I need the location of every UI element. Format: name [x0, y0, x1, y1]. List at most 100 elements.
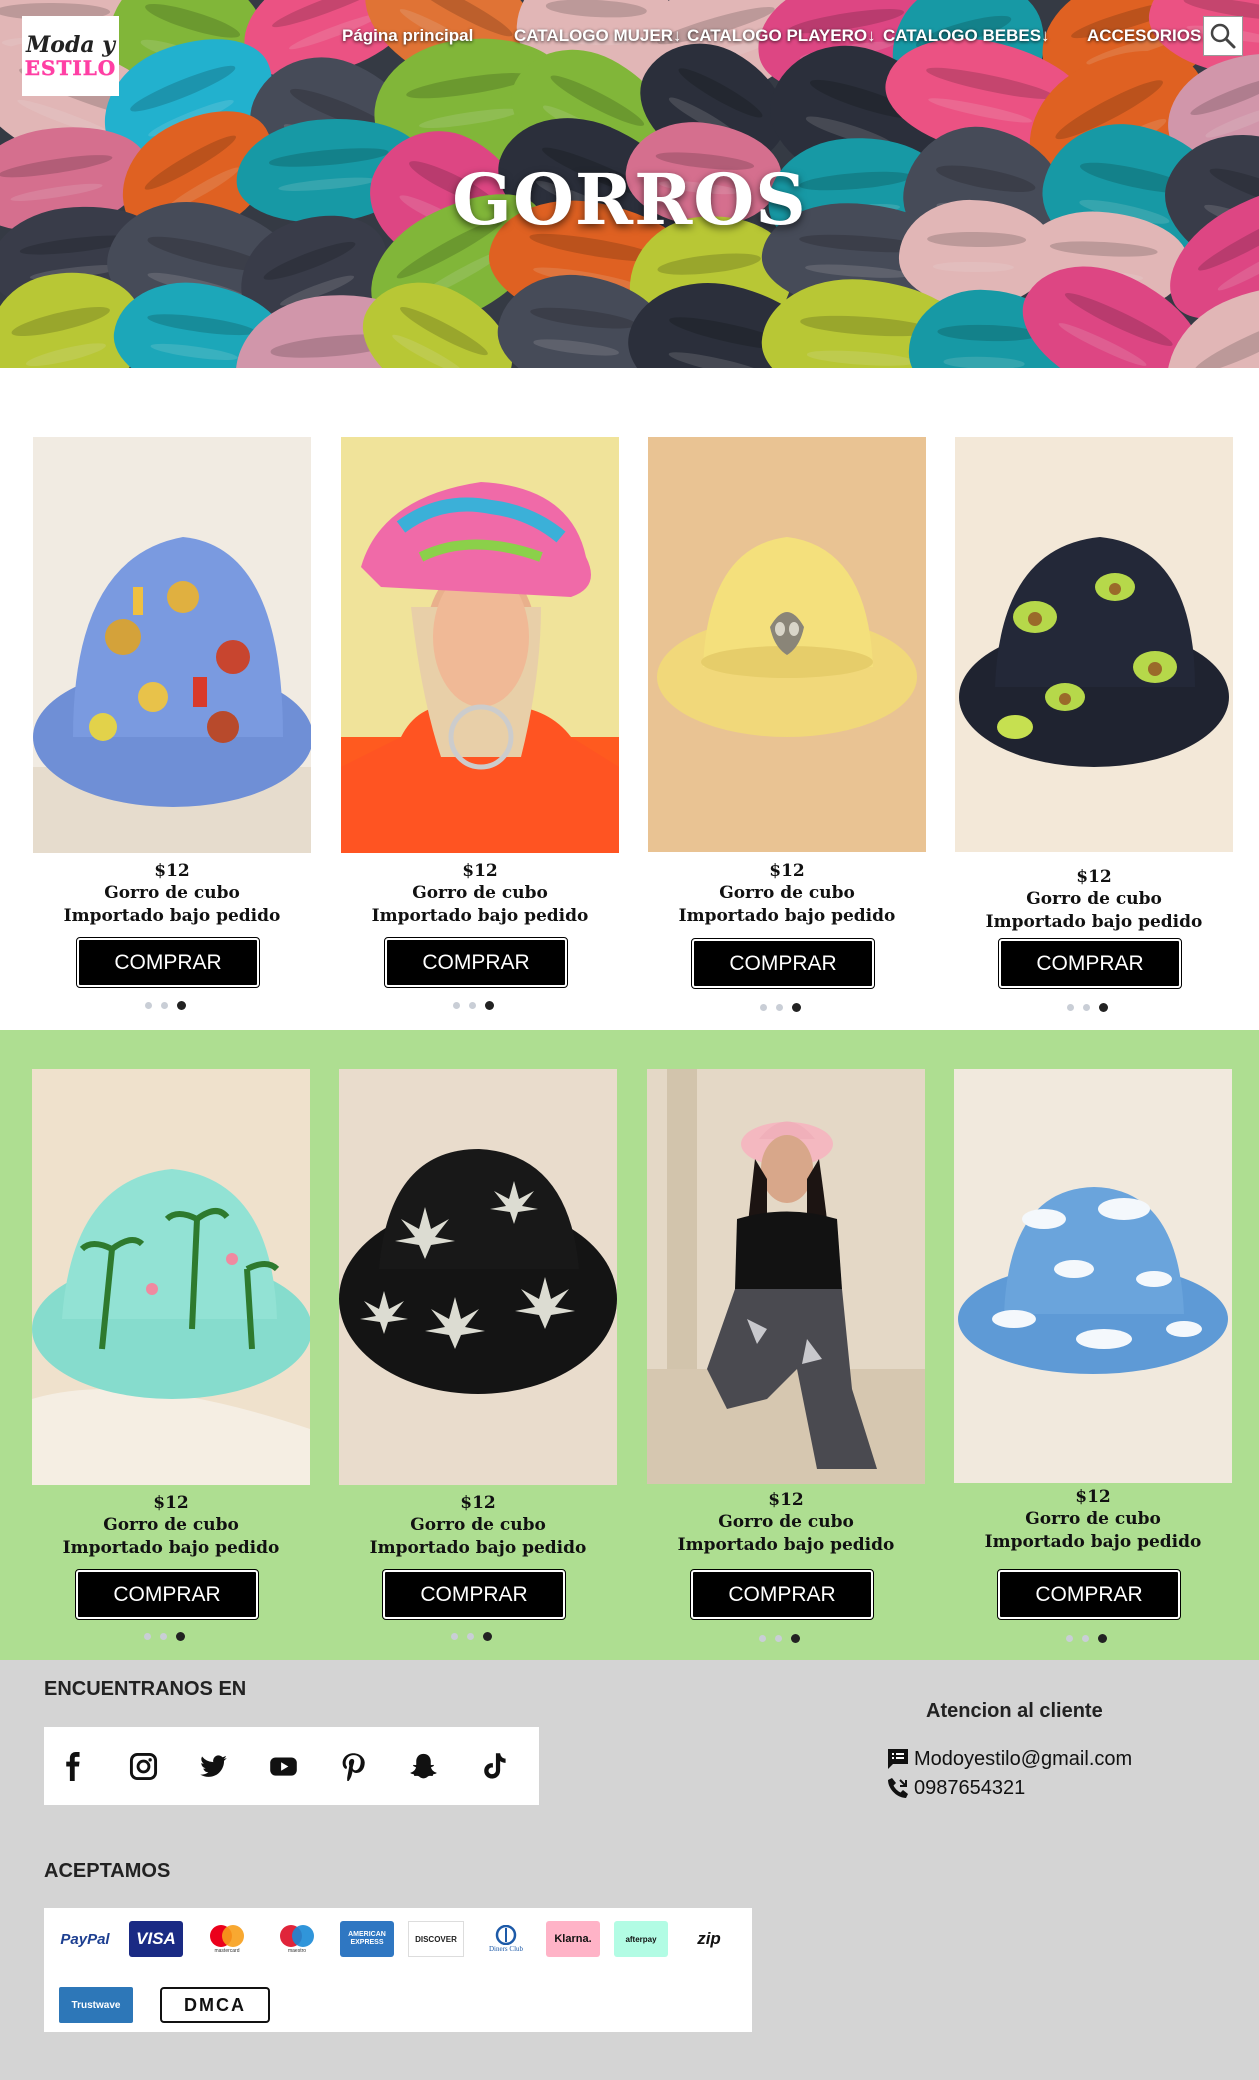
product-name: Gorro de cubo — [718, 1512, 854, 1532]
dmca-logo: DMCA — [160, 1987, 270, 2023]
carousel-dot[interactable] — [145, 1001, 152, 1009]
product-image[interactable] — [954, 1069, 1232, 1483]
paypal-logo: PayPal — [60, 1930, 110, 1948]
carousel-dot[interactable] — [1082, 1634, 1089, 1642]
product-note: Importado bajo pedido — [678, 906, 896, 926]
carousel-dot-active[interactable] — [1098, 1633, 1107, 1643]
trustwave-logo: Trustwave — [59, 1987, 133, 2023]
product-image[interactable] — [648, 437, 926, 852]
contact-phone-text: 0987654321 — [914, 1776, 1026, 1799]
nav-home[interactable]: Página principal — [342, 26, 473, 46]
carousel-dot[interactable] — [1067, 1003, 1074, 1011]
product-image[interactable] — [32, 1069, 310, 1485]
product-note: Importado bajo pedido — [985, 912, 1203, 932]
carousel-dot[interactable] — [776, 1003, 783, 1011]
carousel-dot[interactable] — [1083, 1003, 1090, 1011]
carousel-dot-active[interactable] — [791, 1633, 800, 1643]
carousel-dot[interactable] — [469, 1001, 476, 1009]
brand-logo-line2: ESTILO — [24, 56, 117, 80]
carousel-dot[interactable] — [1066, 1634, 1073, 1642]
product-note: Importado bajo pedido — [63, 906, 281, 926]
social-heading: ENCUENTRANOS EN — [44, 1678, 247, 1700]
carousel-dots — [453, 1000, 513, 1010]
palm-tree-bucket-hat-image — [32, 1069, 310, 1485]
youtube-icon[interactable] — [269, 1752, 298, 1781]
product-name: Gorro de cubo — [410, 1515, 546, 1535]
nav-catalogo-mujer[interactable]: CATALOGO MUJER↓ — [514, 26, 681, 46]
instagram-icon[interactable] — [129, 1752, 158, 1781]
product-price: $12 — [1075, 1487, 1111, 1507]
product-note: Importado bajo pedido — [371, 906, 589, 926]
product-price: $12 — [154, 861, 190, 881]
page-title: GORROS — [452, 158, 807, 241]
buy-button[interactable]: COMPRAR — [998, 938, 1182, 989]
buy-button[interactable]: COMPRAR — [76, 937, 260, 988]
phone-icon — [888, 1778, 908, 1798]
carousel-dot[interactable] — [160, 1632, 167, 1640]
carousel-dot-active[interactable] — [1099, 1002, 1108, 1012]
product-name: Gorro de cubo — [103, 1515, 239, 1535]
twitter-icon[interactable] — [199, 1752, 228, 1781]
product-name: Gorro de cubo — [719, 883, 855, 903]
carousel-dot[interactable] — [144, 1632, 151, 1640]
avocado-print-bucket-hat-image — [955, 437, 1233, 852]
nav-catalogo-bebes[interactable]: CATALOGO BEBES↓ — [883, 26, 1050, 46]
tiktok-icon[interactable] — [479, 1752, 508, 1781]
carousel-dot[interactable] — [453, 1001, 460, 1009]
customer-service-heading: Atencion al cliente — [926, 1700, 1103, 1722]
carousel-dot[interactable] — [161, 1001, 168, 1009]
site-footer: ENCUENTRANOS EN ACEPTAMOS PayPal VISA ma… — [0, 1660, 1259, 2080]
zip-logo: zip — [697, 1929, 721, 1948]
black-leaf-print-bucket-hat-image — [339, 1069, 617, 1485]
pinterest-icon[interactable] — [339, 1752, 368, 1781]
carousel-dot-active[interactable] — [177, 1000, 186, 1010]
carousel-dots — [760, 1002, 820, 1012]
contact-email[interactable]: Modoyestilo@gmail.com — [886, 1747, 1132, 1771]
hero-banner: Moda y ESTILO Página principal CATALOGO … — [0, 0, 1259, 368]
carousel-dot[interactable] — [451, 1632, 458, 1640]
yellow-alien-bucket-hat-image — [648, 437, 926, 852]
carousel-dot[interactable] — [759, 1634, 766, 1642]
buy-button[interactable]: COMPRAR — [382, 1569, 566, 1620]
buy-button[interactable]: COMPRAR — [75, 1569, 259, 1620]
bucket-hat-food-print-image — [33, 437, 311, 853]
product-grid-row-2: $12 Gorro de cubo Importado bajo pedido … — [0, 1030, 1259, 1660]
carousel-dots — [1066, 1633, 1126, 1643]
message-icon — [888, 1749, 908, 1769]
product-grid-row-1: $12 Gorro de cubo Importado bajo pedido … — [0, 368, 1259, 1030]
search-icon — [1210, 23, 1236, 49]
product-price: $12 — [769, 861, 805, 881]
carousel-dot[interactable] — [775, 1634, 782, 1642]
facebook-icon[interactable] — [59, 1751, 88, 1781]
nav-accesorios[interactable]: ACCESORIOS↓ — [1087, 26, 1210, 46]
carousel-dot-active[interactable] — [483, 1631, 492, 1641]
carousel-dot-active[interactable] — [792, 1002, 801, 1012]
model-tie-dye-bucket-hat-image — [341, 437, 619, 853]
product-image[interactable] — [955, 437, 1233, 852]
buy-button[interactable]: COMPRAR — [690, 1569, 874, 1620]
product-price: $12 — [460, 1493, 496, 1513]
search-button[interactable] — [1203, 16, 1243, 56]
model-pink-bucket-hat-image — [647, 1069, 925, 1484]
contact-phone[interactable]: 0987654321 — [886, 1776, 1025, 1800]
carousel-dot-active[interactable] — [176, 1631, 185, 1641]
payment-methods: PayPal VISA mastercard maestro AMERICAN … — [44, 1908, 752, 2032]
product-note: Importado bajo pedido — [62, 1538, 280, 1558]
product-image[interactable] — [339, 1069, 617, 1485]
product-image[interactable] — [33, 437, 311, 853]
discover-logo: DISCOVER — [408, 1921, 464, 1957]
buy-button[interactable]: COMPRAR — [384, 937, 568, 988]
buy-button[interactable]: COMPRAR — [691, 938, 875, 989]
snapchat-icon[interactable] — [409, 1752, 438, 1781]
product-image[interactable] — [341, 437, 619, 853]
product-image[interactable] — [647, 1069, 925, 1484]
carousel-dots — [145, 1000, 205, 1010]
carousel-dot[interactable] — [760, 1003, 767, 1011]
product-note: Importado bajo pedido — [984, 1532, 1202, 1552]
carousel-dot[interactable] — [467, 1632, 474, 1640]
carousel-dot-active[interactable] — [485, 1000, 494, 1010]
nav-catalogo-playero[interactable]: CATALOGO PLAYERO↓ — [687, 26, 876, 46]
buy-button[interactable]: COMPRAR — [997, 1569, 1181, 1620]
amex-logo: AMERICAN EXPRESS — [340, 1921, 394, 1957]
carousel-dots — [144, 1631, 204, 1641]
